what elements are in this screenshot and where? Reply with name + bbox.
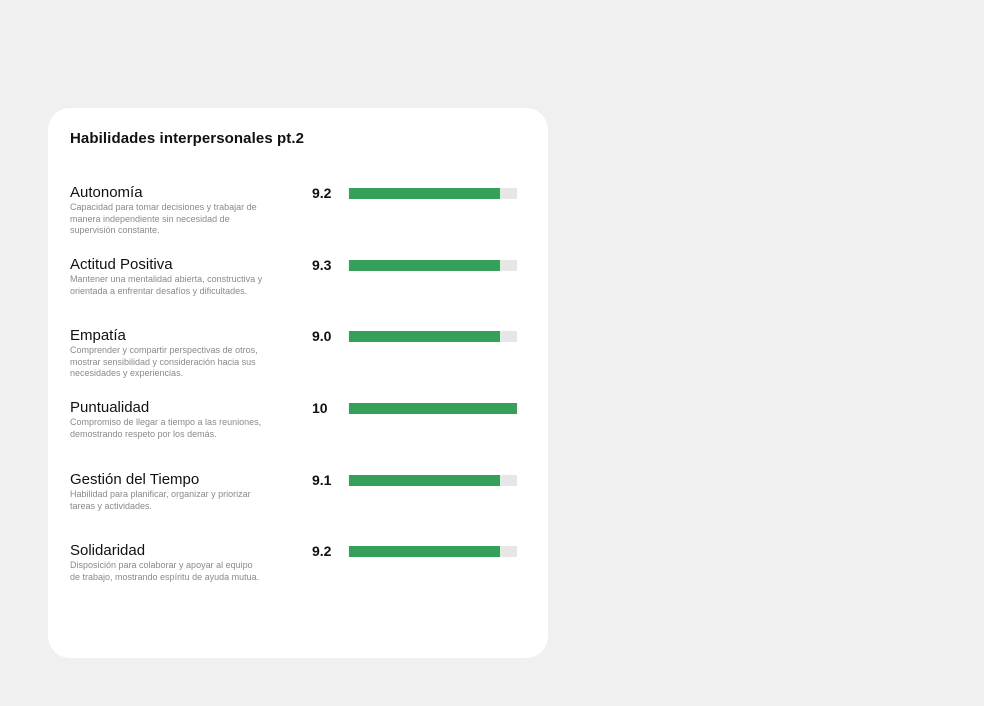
skill-item-autonomia: Autonomía Capacidad para tomar decisione… bbox=[70, 184, 520, 254]
skill-score: 9.2 bbox=[312, 543, 332, 559]
skill-description: Disposición para colaborar y apoyar al e… bbox=[70, 560, 260, 582]
skill-item-gestion-del-tiempo: Gestión del Tiempo Habilidad para planif… bbox=[70, 471, 520, 541]
skill-score: 9.2 bbox=[312, 185, 332, 201]
skill-name: Actitud Positiva bbox=[70, 256, 173, 273]
skill-description: Capacidad para tomar decisiones y trabaj… bbox=[70, 202, 257, 235]
skill-description: Compromiso de llegar a tiempo a las reun… bbox=[70, 417, 262, 439]
skill-bar-fill bbox=[349, 331, 501, 342]
skill-bar-track bbox=[349, 546, 517, 557]
skills-card: Habilidades interpersonales pt.2 Autonom… bbox=[48, 108, 548, 658]
skill-name: Solidaridad bbox=[70, 542, 146, 559]
skill-bar-track bbox=[349, 331, 517, 342]
skill-bar-fill bbox=[349, 260, 501, 271]
skill-bar-track bbox=[349, 188, 517, 199]
skill-name: Puntualidad bbox=[70, 399, 150, 416]
skill-bar-track bbox=[349, 475, 517, 486]
skill-score: 10 bbox=[312, 400, 328, 416]
skill-description: Comprender y compartir perspectivas de o… bbox=[70, 345, 258, 378]
skill-bar-track bbox=[349, 260, 517, 271]
skill-bar-fill bbox=[349, 403, 517, 414]
skill-score: 9.1 bbox=[312, 472, 332, 488]
skill-bar-track bbox=[349, 403, 517, 414]
skill-score: 9.3 bbox=[312, 257, 332, 273]
skill-item-empatia: Empatía Comprender y compartir perspecti… bbox=[70, 327, 520, 397]
skill-bar-fill bbox=[349, 188, 501, 199]
skill-description: Habilidad para planificar, organizar y p… bbox=[70, 489, 251, 511]
skill-description: Mantener una mentalidad abierta, constru… bbox=[70, 274, 263, 296]
skill-item-solidaridad: Solidaridad Disposición para colaborar y… bbox=[70, 542, 520, 612]
skill-name: Autonomía bbox=[70, 184, 143, 201]
skill-item-actitud-positiva: Actitud Positiva Mantener una mentalidad… bbox=[70, 256, 520, 326]
skill-score: 9.0 bbox=[312, 328, 332, 344]
skill-name: Gestión del Tiempo bbox=[70, 471, 200, 488]
skill-bar-fill bbox=[349, 475, 501, 486]
skill-item-puntualidad: Puntualidad Compromiso de llegar a tiemp… bbox=[70, 399, 520, 469]
skill-name: Empatía bbox=[70, 327, 126, 344]
skill-bar-fill bbox=[349, 546, 501, 557]
card-title: Habilidades interpersonales pt.2 bbox=[70, 130, 305, 147]
